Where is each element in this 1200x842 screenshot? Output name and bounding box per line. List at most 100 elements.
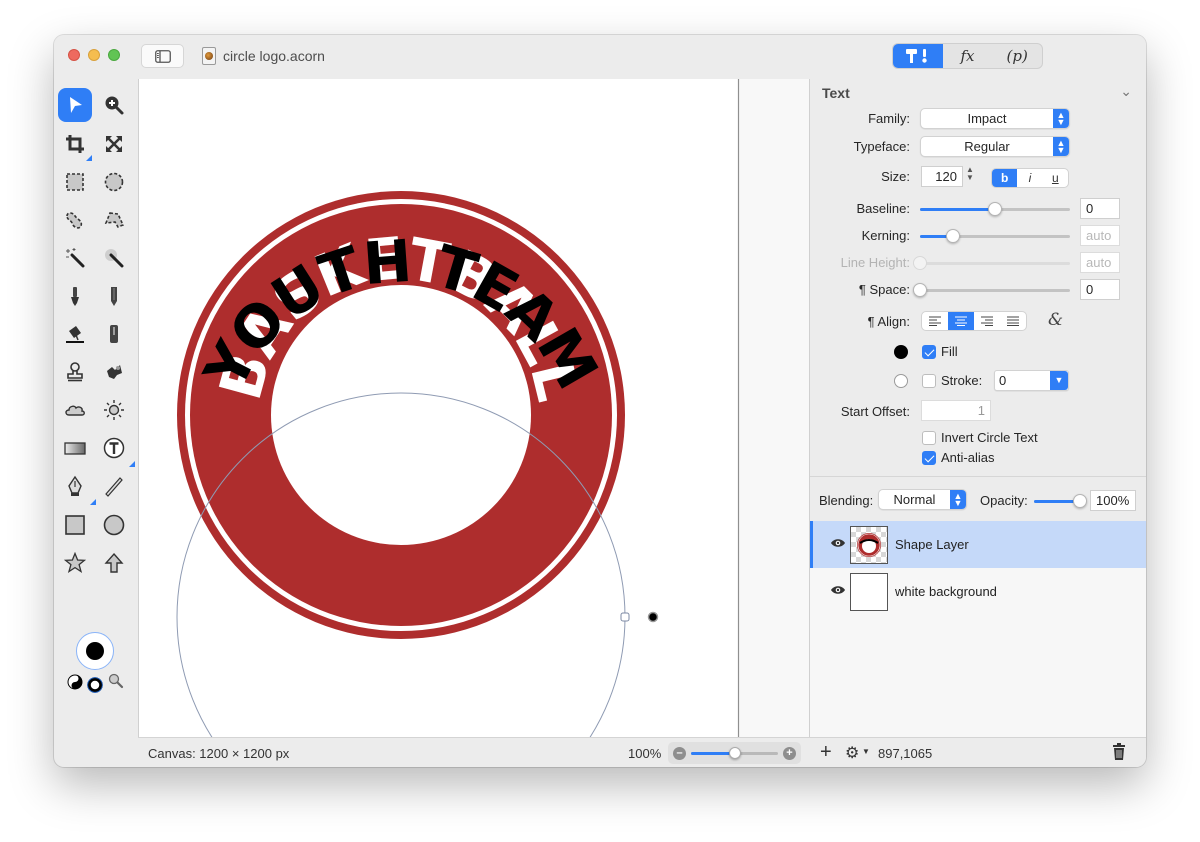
- zoom-in-button[interactable]: +: [783, 747, 796, 760]
- canvas-scroll-area[interactable]: BASKETBALL YOUTH TEAM: [138, 79, 809, 737]
- brush-tool[interactable]: [58, 279, 92, 313]
- bold-button[interactable]: b: [992, 169, 1018, 187]
- transform-tool[interactable]: [97, 127, 131, 161]
- magic-wand-tool[interactable]: [58, 241, 92, 275]
- line-tool[interactable]: [97, 469, 131, 503]
- layer-row-white-background[interactable]: white background: [810, 568, 1146, 615]
- arrow-tool[interactable]: [97, 546, 131, 580]
- chevron-down-icon[interactable]: ▼: [862, 747, 870, 756]
- size-label: Size:: [881, 169, 910, 184]
- align-right-button[interactable]: [974, 312, 1000, 330]
- popup-arrows-icon: ▲ ▼: [1053, 137, 1069, 156]
- ligature-icon[interactable]: &: [1048, 310, 1063, 330]
- zoom-tool[interactable]: [97, 88, 131, 122]
- stamp-icon: [67, 362, 83, 382]
- align-left-button[interactable]: [922, 312, 948, 330]
- stroke-checkbox[interactable]: [922, 374, 936, 388]
- paint-bucket-tool[interactable]: [58, 317, 92, 351]
- instant-alpha-tool[interactable]: [97, 241, 131, 275]
- blending-mode-popup[interactable]: Normal ▲ ▼: [878, 489, 967, 510]
- crop-tool[interactable]: [58, 127, 92, 161]
- ellipse-select-tool[interactable]: [97, 165, 131, 199]
- visibility-eye-icon[interactable]: [830, 538, 846, 548]
- text-tool[interactable]: [97, 431, 135, 467]
- paragraph-space-field[interactable]: 0: [1080, 279, 1120, 300]
- slider-knob[interactable]: [728, 747, 741, 759]
- stroke-width-value[interactable]: 0: [995, 373, 1050, 388]
- status-bar: Canvas: 1200 × 1200 px 100% – + + ⚙ ▼ 89…: [138, 737, 1146, 767]
- slider-knob[interactable]: [913, 283, 927, 297]
- opacity-field[interactable]: 100%: [1090, 490, 1136, 511]
- eraser-tool[interactable]: [97, 317, 131, 351]
- swap-colors-icon[interactable]: [67, 674, 83, 690]
- layer-actions-gear-icon[interactable]: ⚙: [845, 743, 859, 763]
- font-family-popup[interactable]: Impact ▲ ▼: [920, 108, 1070, 129]
- align-center-button[interactable]: [948, 312, 974, 330]
- popup-arrows-icon: ▲ ▼: [1053, 109, 1069, 128]
- font-size-stepper[interactable]: ▲ ▼: [966, 166, 974, 182]
- tab-properties[interactable]: (p): [992, 44, 1042, 68]
- typeface-popup[interactable]: Regular ▲ ▼: [920, 136, 1070, 157]
- underline-button[interactable]: u: [1043, 169, 1068, 187]
- star-tool[interactable]: [58, 546, 92, 580]
- dodge-tool[interactable]: [97, 393, 131, 427]
- add-layer-button[interactable]: +: [820, 741, 832, 764]
- canvas-size-label: Canvas: 1200 × 1200 px: [148, 746, 290, 761]
- visibility-eye-icon[interactable]: [830, 585, 846, 595]
- invert-circle-text-checkbox[interactable]: [922, 431, 936, 445]
- combo-arrow-icon[interactable]: ▼: [1050, 371, 1068, 390]
- start-offset-handle[interactable]: [647, 611, 659, 623]
- toggle-sidebar-button[interactable]: [141, 44, 184, 68]
- align-justify-button[interactable]: [1000, 312, 1026, 330]
- start-offset-label: Start Offset:: [840, 404, 910, 419]
- fill-color-swatch[interactable]: [894, 345, 908, 359]
- zoom-out-button[interactable]: –: [673, 747, 686, 760]
- gradient-tool[interactable]: [58, 431, 92, 465]
- slider-knob[interactable]: [1073, 494, 1087, 508]
- minimize-window-button[interactable]: [88, 49, 100, 61]
- zoom-window-button[interactable]: [108, 49, 120, 61]
- anti-alias-checkbox[interactable]: [922, 451, 936, 465]
- baseline-field[interactable]: 0: [1080, 198, 1120, 219]
- italic-button[interactable]: i: [1017, 169, 1042, 187]
- pencil-tool[interactable]: [97, 279, 131, 313]
- smudge-tool[interactable]: [97, 355, 131, 389]
- ellipse-marquee-icon: [104, 172, 124, 192]
- zoom-slider[interactable]: [691, 747, 778, 759]
- polygon-lasso-tool[interactable]: [97, 203, 131, 237]
- baseline-slider[interactable]: [920, 202, 1070, 216]
- clone-tool[interactable]: [58, 355, 92, 389]
- collapse-chevron-icon[interactable]: ⌄: [1120, 83, 1132, 100]
- trash-icon[interactable]: [1112, 743, 1126, 761]
- stroke-color-swatch[interactable]: [894, 374, 908, 388]
- slider-knob[interactable]: [988, 202, 1002, 216]
- fill-checkbox[interactable]: [922, 345, 936, 359]
- foreground-color-well[interactable]: [76, 632, 114, 670]
- align-right-icon: [981, 316, 993, 326]
- kerning-field[interactable]: auto: [1080, 225, 1120, 246]
- slider-knob[interactable]: [946, 229, 960, 243]
- color-picker-loupe-icon[interactable]: [108, 673, 124, 689]
- oval-tool[interactable]: [97, 508, 131, 542]
- opacity-slider[interactable]: [1034, 494, 1087, 508]
- layer-row-shape-layer[interactable]: Shape Layer: [810, 521, 1146, 568]
- alignment-segmented: [921, 311, 1027, 331]
- stroke-width-combo[interactable]: 0 ▼: [994, 370, 1069, 391]
- close-window-button[interactable]: [68, 49, 80, 61]
- path-handle[interactable]: [620, 612, 630, 622]
- document-canvas[interactable]: BASKETBALL YOUTH TEAM: [139, 79, 810, 737]
- default-colors-icon[interactable]: [87, 677, 103, 693]
- kerning-slider[interactable]: [920, 229, 1070, 243]
- font-size-field[interactable]: 120: [921, 166, 963, 187]
- rect-select-tool[interactable]: [58, 165, 92, 199]
- bezier-pen-tool[interactable]: [58, 469, 96, 505]
- tab-tools[interactable]: [893, 44, 943, 68]
- burn-tool[interactable]: [58, 393, 92, 427]
- tab-effects[interactable]: fx: [943, 44, 993, 68]
- rectangle-tool[interactable]: [58, 508, 92, 542]
- paragraph-space-slider[interactable]: [913, 283, 1070, 297]
- lasso-tool[interactable]: [58, 203, 92, 237]
- circle-logo[interactable]: BASKETBALL YOUTH TEAM: [177, 191, 625, 639]
- start-offset-field[interactable]: 1: [921, 400, 991, 421]
- select-tool[interactable]: [58, 88, 92, 122]
